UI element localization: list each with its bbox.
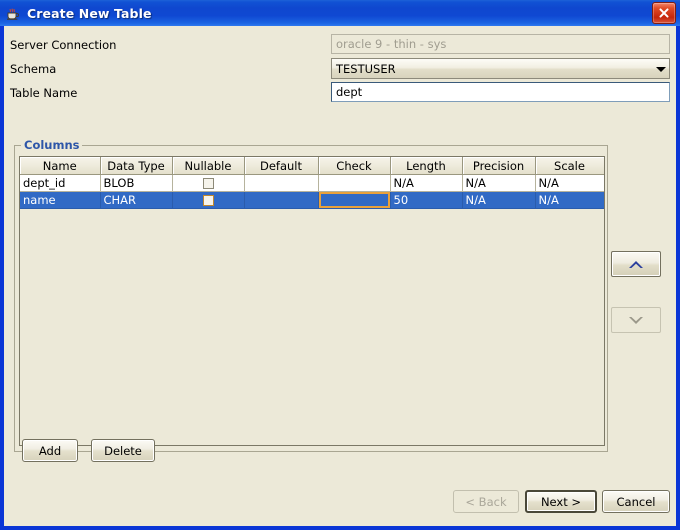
table-name-label: Table Name	[10, 86, 77, 100]
delete-column-button[interactable]: Delete	[91, 439, 155, 462]
columns-table-scrollpane[interactable]: Name Data Type Nullable Default Check Le…	[19, 156, 605, 446]
column-header-nullable[interactable]: Nullable	[172, 157, 244, 175]
cancel-button[interactable]: Cancel	[602, 490, 670, 513]
column-header-scale[interactable]: Scale	[535, 157, 604, 175]
cell-precision[interactable]: N/A	[462, 192, 535, 209]
cell-data-type[interactable]: CHAR	[100, 192, 172, 209]
table-row[interactable]: dept_id BLOB N/A N/A N/A	[20, 175, 604, 192]
column-header-data-type[interactable]: Data Type	[100, 157, 172, 175]
cell-check[interactable]	[318, 192, 390, 209]
cell-length[interactable]: N/A	[390, 175, 462, 192]
column-header-check[interactable]: Check	[318, 157, 390, 175]
column-header-length[interactable]: Length	[390, 157, 462, 175]
cell-name[interactable]: dept_id	[20, 175, 100, 192]
cell-scale[interactable]: N/A	[535, 175, 604, 192]
nullable-checkbox[interactable]	[203, 178, 214, 189]
column-header-precision[interactable]: Precision	[462, 157, 535, 175]
cell-data-type[interactable]: BLOB	[100, 175, 172, 192]
next-button[interactable]: Next >	[525, 490, 597, 513]
cell-nullable[interactable]	[172, 175, 244, 192]
schema-label: Schema	[10, 62, 56, 76]
table-name-row: Table Name	[10, 82, 77, 104]
cell-default[interactable]	[244, 192, 318, 209]
columns-panel-legend: Columns	[21, 138, 82, 152]
cell-name[interactable]: name	[20, 192, 100, 209]
server-connection-field: oracle 9 - thin - sys	[331, 34, 670, 54]
window-title: Create New Table	[27, 6, 152, 21]
dialog-client-area: Server Connection oracle 9 - thin - sys …	[4, 26, 676, 526]
title-bar[interactable]: Create New Table	[0, 0, 680, 26]
server-connection-label: Server Connection	[10, 38, 116, 52]
chevron-down-icon	[627, 315, 645, 326]
cell-nullable[interactable]	[172, 192, 244, 209]
cell-length[interactable]: 50	[390, 192, 462, 209]
table-name-input[interactable]: dept	[331, 82, 670, 102]
close-icon[interactable]	[652, 2, 676, 24]
server-connection-row: Server Connection	[10, 34, 116, 56]
cell-scale[interactable]: N/A	[535, 192, 604, 209]
columns-table-header-row: Name Data Type Nullable Default Check Le…	[20, 157, 604, 175]
create-new-table-dialog: Create New Table Server Connection oracl…	[0, 0, 680, 530]
cell-precision[interactable]: N/A	[462, 175, 535, 192]
column-header-default[interactable]: Default	[244, 157, 318, 175]
move-row-up-button[interactable]	[611, 251, 661, 277]
schema-combobox[interactable]: TESTUSER	[331, 58, 670, 79]
columns-table: Name Data Type Nullable Default Check Le…	[20, 157, 605, 209]
move-row-down-button[interactable]	[611, 307, 661, 333]
cell-default[interactable]	[244, 175, 318, 192]
schema-row: Schema	[10, 58, 56, 80]
java-coffee-cup-icon	[5, 5, 21, 21]
column-header-name[interactable]: Name	[20, 157, 100, 175]
cell-check[interactable]	[318, 175, 390, 192]
chevron-down-icon[interactable]	[652, 59, 669, 78]
nullable-checkbox[interactable]	[203, 195, 214, 206]
add-column-button[interactable]: Add	[22, 439, 78, 462]
schema-selected-value: TESTUSER	[332, 62, 652, 76]
back-button[interactable]: < Back	[453, 490, 519, 513]
chevron-up-icon	[627, 259, 645, 270]
table-row[interactable]: name CHAR 50 N/A N/A	[20, 192, 604, 209]
